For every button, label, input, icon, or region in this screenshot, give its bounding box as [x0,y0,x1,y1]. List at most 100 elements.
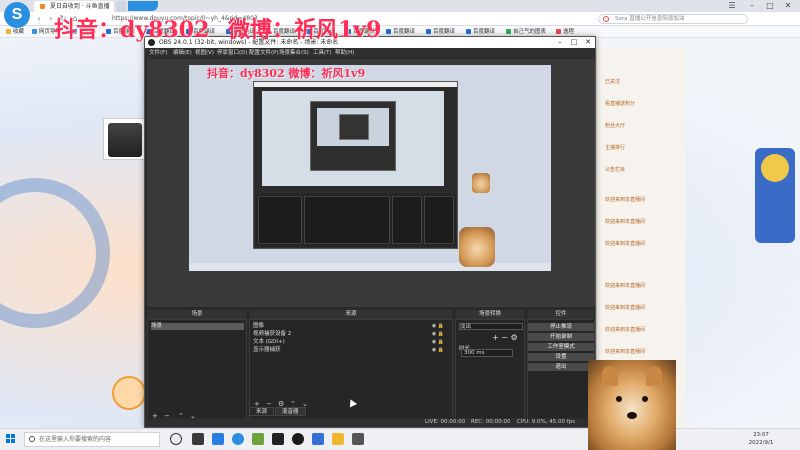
add-transition-button[interactable]: + − ⚙ [492,334,518,342]
obs-taskbar-icon[interactable] [292,433,304,445]
menu-tools[interactable]: 工具(T) [313,48,332,58]
ear-shape [602,366,618,386]
menu-view[interactable]: 视图(V) [195,48,214,58]
nested-preview [262,91,490,193]
scenes-dock-title: 场景 [148,310,246,319]
streamer-avatar[interactable] [103,118,145,160]
nested-preview-2 [317,108,389,146]
tab-sources[interactable]: 来源 [249,407,275,416]
tab-mixer[interactable]: 混音器 [275,407,306,416]
nose-shape [627,412,637,419]
nested-dock [424,196,454,244]
side-row[interactable]: 粉丝大厅 [605,122,625,130]
side-row[interactable]: 看直播送积分 [605,100,635,108]
app-icon[interactable] [352,433,364,445]
exit-button[interactable]: 退出 [528,363,594,371]
task-view-icon[interactable] [170,433,182,445]
gift-icon[interactable] [112,376,146,410]
skin-icon[interactable]: ☰ [724,0,740,12]
side-row[interactable]: 主播排行 [605,144,625,152]
bookmark-item[interactable]: 自己气的图表 [506,28,546,36]
controls-dock-title: 控件 [528,310,594,319]
bookmark-item[interactable]: 百度翻译 [466,28,495,36]
visibility-lock-icon[interactable]: ◉ 🔒 [432,323,444,330]
nested-obs-window-3 [339,114,369,140]
menu-profile[interactable]: 配置文件(P) [249,48,279,58]
maximize-button[interactable]: □ [762,0,778,12]
new-tab-button[interactable] [116,1,126,12]
settings-button[interactable]: 设置 [528,353,594,361]
obs-preview[interactable]: 抖音：dy8302 微博：祈风1v9 [147,59,595,307]
tab-title: 夏日自收到 · 斗鱼直播 [49,3,110,10]
duration-input[interactable]: 300 ms [461,349,513,357]
obs-menu-bar: 文件(F) 编辑(E) 视图(V) 停靠窗口(D) 配置文件(P) 场景集合(S… [145,48,595,58]
taskbar-search-input[interactable]: 在这里输入你要搜索的内容 [24,432,160,447]
chat-message: 欢迎来到本直播间 [605,349,646,355]
browser-search-input[interactable]: Sora 直播公开信息阳源加油 [598,14,748,24]
browser-tab-active[interactable]: 夏日自收到 · 斗鱼直播 [34,1,114,12]
nested-dock [258,196,302,244]
bookmark-item[interactable]: 百度翻译 [386,28,415,36]
visibility-lock-icon[interactable]: ◉ 🔒 [432,331,444,338]
obs-close-button[interactable]: ✕ [581,37,595,48]
close-button[interactable]: ✕ [780,0,796,12]
taskbar-clock[interactable]: 23:07 2022/9/1 [742,431,780,447]
menu-docks[interactable]: 停靠窗口(D) [217,48,248,58]
transition-select[interactable]: 淡出 [459,323,523,330]
nested-docks [256,194,456,246]
menu-edit[interactable]: 编辑(E) [173,48,192,58]
source-item[interactable]: 图像 ◉ 🔒 [253,323,448,330]
source-item[interactable]: 显示器捕获 ◉ 🔒 [253,347,448,354]
scene-item[interactable]: 场景 [151,323,245,330]
live-timer: LIVE: 00:00:00 [425,419,466,425]
folder-icon [32,28,37,34]
visibility-lock-icon[interactable]: ◉ 🔒 [432,339,444,346]
source-item[interactable]: 视频捕获设备 2 ◉ 🔒 [253,331,448,338]
back-button[interactable]: ‹ [34,14,44,24]
studio-mode-button[interactable]: 工作室模式 [528,343,594,351]
transitions-dock: 场景转换 淡出 + − ⚙ 时长 [455,310,525,423]
avatar-image [108,123,142,157]
bookmark-item[interactable]: 逸程 [556,28,574,36]
plane-app-icon[interactable] [312,433,324,445]
menu-scene-collection[interactable]: 场景集合(S) [279,48,309,58]
watermark-douyin: 抖音：dy8302 [54,17,210,43]
obs-maximize-button[interactable]: □ [567,37,581,48]
visibility-lock-icon[interactable]: ◉ 🔒 [432,347,444,354]
start-recording-button[interactable]: 开始录制 [528,333,594,341]
nested-dock [304,196,390,244]
chat-message: 欢迎来到本直播间 [605,327,646,333]
bookmark-item[interactable]: 百度翻译 [426,28,455,36]
nested-obs-window-2 [310,101,396,171]
folder-icon[interactable] [332,433,344,445]
chat-message: 欢迎来到本直播间 [605,219,646,225]
clock-time: 23:07 [753,432,769,438]
side-row[interactable]: 已关注 [605,78,620,86]
stop-streaming-button[interactable]: 停止推流 [528,323,594,331]
plane-app-icon[interactable] [212,433,224,445]
obs-window: OBS 24.0.1 (32-bit, windows) - 配置文件: 未命名… [144,36,596,428]
event-banner[interactable] [755,148,795,243]
side-row[interactable]: 公告栏目 [605,166,625,174]
source-item[interactable]: 文本 (GDI+) ◉ 🔒 [253,339,448,346]
translate-icon [466,28,471,34]
decorative-ring [0,178,110,328]
doge-thumbnail [472,173,490,193]
obs-status-bar: LIVE: 00:00:00 REC: 00:00:00 CPU: 9.0%, … [145,418,595,427]
windows-start-icon[interactable] [6,434,16,444]
minimize-button[interactable]: – [744,0,760,12]
app-icon[interactable] [272,433,284,445]
webcam-doge [588,360,676,450]
menu-help[interactable]: 帮助(H) [335,48,354,58]
menu-file[interactable]: 文件(F) [149,48,167,58]
bookmark-item[interactable]: 收藏 [6,28,24,36]
browser-taskbar-icon[interactable] [232,433,244,445]
app-icon[interactable] [192,433,204,445]
medal-icon [761,154,789,182]
search-placeholder: Sora 直播公开信息阳源加油 [615,16,685,22]
obs-minimize-button[interactable]: – [553,37,567,48]
eye-shape [616,396,622,402]
app-icon[interactable] [252,433,264,445]
douyu-favicon-icon [40,4,45,9]
translate-icon [426,28,431,34]
